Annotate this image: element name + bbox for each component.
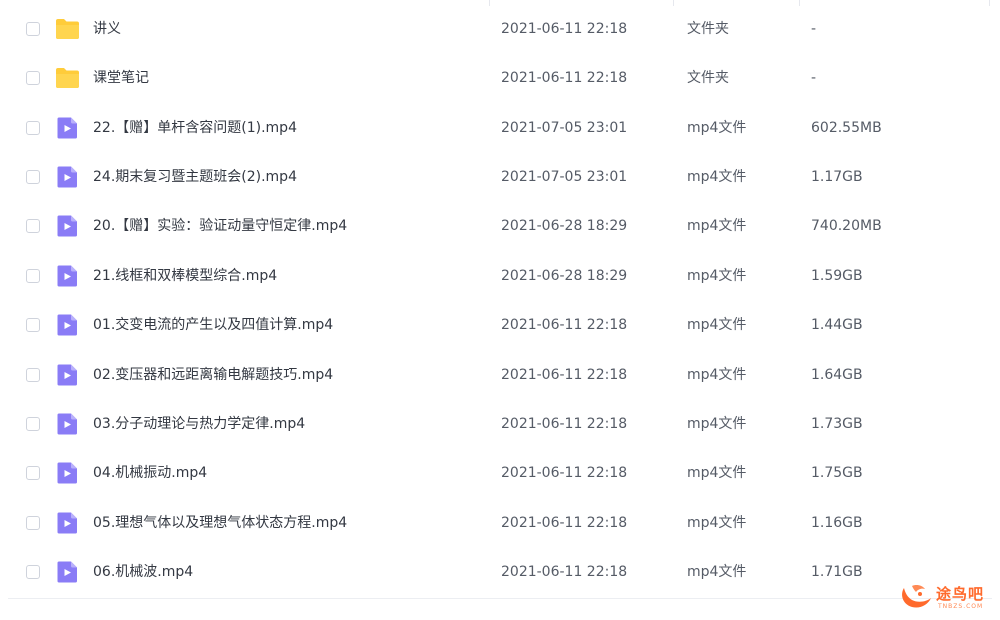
file-name[interactable]: 04.机械振动.mp4 xyxy=(93,463,207,483)
file-type: mp4文件 xyxy=(687,515,747,531)
file-size: 740.20MB xyxy=(811,218,882,234)
row-checkbox[interactable] xyxy=(26,22,40,36)
row-checkbox[interactable] xyxy=(26,121,40,135)
file-row[interactable]: 24.期末复习暨主题班会(2).mp4 2021-07-05 23:01 mp4文件… xyxy=(0,153,1000,202)
file-size: 1.16GB xyxy=(811,515,863,531)
video-file-icon xyxy=(55,166,80,188)
row-checkbox[interactable] xyxy=(26,368,40,382)
row-checkbox[interactable] xyxy=(26,417,40,431)
file-size: 1.75GB xyxy=(811,465,863,481)
row-checkbox[interactable] xyxy=(26,269,40,283)
video-file-icon xyxy=(55,413,80,435)
file-size: 1.71GB xyxy=(811,564,863,580)
file-list: 讲义 2021-06-11 22:18 文件夹 - 课堂笔记 2021-06-11 22:… xyxy=(0,0,1000,605)
file-type: mp4文件 xyxy=(687,367,747,383)
file-modified-time: 2021-06-11 22:18 xyxy=(501,416,628,432)
file-row[interactable]: 21.线框和双棒模型综合.mp4 2021-06-28 18:29 mp4文件 1.5… xyxy=(0,252,1000,301)
row-checkbox[interactable] xyxy=(26,466,40,480)
row-checkbox[interactable] xyxy=(26,565,40,579)
folder-icon xyxy=(55,18,80,40)
file-row[interactable]: 22.【赠】单杆含容问题(1).mp4 2021-07-05 23:01 mp4文件… xyxy=(0,104,1000,153)
file-modified-time: 2021-06-11 22:18 xyxy=(501,367,628,383)
file-size: - xyxy=(811,21,817,37)
file-type: mp4文件 xyxy=(687,416,747,432)
file-type: mp4文件 xyxy=(687,218,747,234)
row-checkbox[interactable] xyxy=(26,219,40,233)
file-row[interactable]: 20.【赠】实验：验证动量守恒定律.mp4 2021-06-28 18:29 mp4… xyxy=(0,202,1000,251)
file-type: 文件夹 xyxy=(687,70,729,86)
bird-logo-icon xyxy=(902,585,931,608)
file-size: 1.59GB xyxy=(811,268,863,284)
video-file-icon xyxy=(55,215,80,237)
file-row[interactable]: 05.理想气体以及理想气体状态方程.mp4 2021-06-11 22:18 mp4… xyxy=(0,499,1000,548)
watermark-subtext: TNBZS.COM xyxy=(938,603,984,610)
file-modified-time: 2021-06-11 22:18 xyxy=(501,317,628,333)
file-modified-time: 2021-06-11 22:18 xyxy=(501,21,628,37)
file-name[interactable]: 讲义 xyxy=(93,19,121,39)
file-modified-time: 2021-06-11 22:18 xyxy=(501,465,628,481)
file-row[interactable]: 04.机械振动.mp4 2021-06-11 22:18 mp4文件 1.75GB xyxy=(0,449,1000,498)
file-row[interactable]: 03.分子动理论与热力学定律.mp4 2021-06-11 22:18 mp4文件 1… xyxy=(0,400,1000,449)
video-file-icon xyxy=(55,512,80,534)
file-size: 1.73GB xyxy=(811,416,863,432)
file-size: 1.44GB xyxy=(811,317,863,333)
row-checkbox[interactable] xyxy=(26,71,40,85)
file-modified-time: 2021-06-28 18:29 xyxy=(501,268,628,284)
file-type: mp4文件 xyxy=(687,465,747,481)
file-modified-time: 2021-06-11 22:18 xyxy=(501,515,628,531)
video-file-icon xyxy=(55,364,80,386)
file-name[interactable]: 02.变压器和远距离输电解题技巧.mp4 xyxy=(93,365,333,385)
file-row[interactable]: 02.变压器和远距离输电解题技巧.mp4 2021-06-11 22:18 mp4文… xyxy=(0,351,1000,400)
file-type: mp4文件 xyxy=(687,317,747,333)
file-size: 1.17GB xyxy=(811,169,863,185)
file-type: mp4文件 xyxy=(687,564,747,580)
file-name[interactable]: 05.理想气体以及理想气体状态方程.mp4 xyxy=(93,513,347,533)
file-name[interactable]: 06.机械波.mp4 xyxy=(93,562,193,582)
file-type: mp4文件 xyxy=(687,169,747,185)
watermark: 途鸟吧 TNBZS.COM xyxy=(896,578,996,616)
file-size: 1.64GB xyxy=(811,367,863,383)
file-type: 文件夹 xyxy=(687,21,729,37)
row-checkbox[interactable] xyxy=(26,516,40,530)
video-file-icon xyxy=(55,265,80,287)
file-row[interactable]: 06.机械波.mp4 2021-06-11 22:18 mp4文件 1.71GB xyxy=(0,548,1000,597)
file-row[interactable]: 课堂笔记 2021-06-11 22:18 文件夹 - xyxy=(0,54,1000,103)
file-type: mp4文件 xyxy=(687,268,747,284)
list-bottom-divider xyxy=(8,598,992,599)
file-name[interactable]: 22.【赠】单杆含容问题(1).mp4 xyxy=(93,118,297,138)
file-modified-time: 2021-06-28 18:29 xyxy=(501,218,628,234)
file-modified-time: 2021-07-05 23:01 xyxy=(501,169,628,185)
file-name[interactable]: 21.线框和双棒模型综合.mp4 xyxy=(93,266,277,286)
video-file-icon xyxy=(55,561,80,583)
row-checkbox[interactable] xyxy=(26,170,40,184)
file-type: mp4文件 xyxy=(687,120,747,136)
file-name[interactable]: 24.期末复习暨主题班会(2).mp4 xyxy=(93,167,297,187)
file-modified-time: 2021-06-11 22:18 xyxy=(501,70,628,86)
file-name[interactable]: 03.分子动理论与热力学定律.mp4 xyxy=(93,414,305,434)
row-checkbox[interactable] xyxy=(26,318,40,332)
file-modified-time: 2021-06-11 22:18 xyxy=(501,564,628,580)
watermark-text: 途鸟吧 xyxy=(936,585,985,603)
file-modified-time: 2021-07-05 23:01 xyxy=(501,120,628,136)
video-file-icon xyxy=(55,462,80,484)
video-file-icon xyxy=(55,117,80,139)
file-size: - xyxy=(811,70,817,86)
folder-icon xyxy=(55,67,80,89)
file-row[interactable]: 讲义 2021-06-11 22:18 文件夹 - xyxy=(0,5,1000,54)
file-name[interactable]: 20.【赠】实验：验证动量守恒定律.mp4 xyxy=(93,216,347,236)
file-row[interactable]: 01.交变电流的产生以及四值计算.mp4 2021-06-11 22:18 mp4文… xyxy=(0,301,1000,350)
video-file-icon xyxy=(55,314,80,336)
file-name[interactable]: 课堂笔记 xyxy=(93,68,149,88)
file-name[interactable]: 01.交变电流的产生以及四值计算.mp4 xyxy=(93,315,333,335)
file-size: 602.55MB xyxy=(811,120,882,136)
